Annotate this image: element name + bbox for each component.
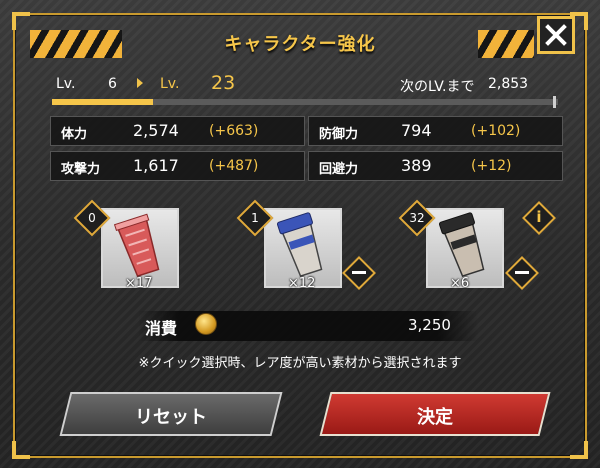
stat-bonus: (+102) [471,123,521,139]
info-icon: i [536,208,542,226]
minus-icon [352,271,366,274]
material-stock: ×6 [450,276,470,291]
selected-count: 32 [409,211,425,225]
cost-label: 消費 [145,319,178,338]
selected-count: 0 [88,211,96,225]
material-slot-black[interactable]: ×6 [426,208,504,291]
cost-value: 3,250 [408,316,451,334]
selected-count: 1 [251,211,259,225]
stat-bonus: (+663) [209,123,259,139]
xp-bar [52,99,558,105]
material-slot-red[interactable]: ×17 [101,208,179,291]
minus-icon [515,271,529,274]
dialog-title: キャラクター強化 [224,34,376,55]
confirm-button-label: 決定 [417,407,453,428]
stat-value: 2,574 [133,121,179,140]
coin-icon [195,313,217,335]
stat-name: 回避力 [319,162,359,177]
material-stock: ×17 [125,276,153,291]
close-icon [545,24,567,46]
stat-attack: 攻撃力 1,617 (+487) [50,151,305,181]
stat-name: 体力 [61,127,88,142]
stat-evasion: 回避力 389 (+12) [308,151,563,181]
reset-button-label: リセット [135,407,207,428]
next-level-prefix: Lv. [160,76,180,92]
stat-name: 攻撃力 [61,162,101,177]
stat-defense: 防御力 794 (+102) [308,116,563,146]
red-cup-icon [113,213,160,278]
stat-name: 防御力 [319,127,359,142]
stat-bonus: (+12) [471,158,512,174]
to-next-label: 次のLV.まで [400,79,475,95]
level-arrow-icon [137,78,143,88]
stat-bonus: (+487) [209,158,259,174]
blue-cup-icon [276,212,323,278]
stat-value: 389 [401,156,432,175]
level-prefix: Lv. [56,76,76,92]
xp-bar-end [553,96,556,108]
current-level: 6 [108,76,117,92]
material-stock: ×12 [288,276,316,291]
stat-value: 1,617 [133,156,179,175]
black-cup-icon [438,212,485,278]
stat-value: 794 [401,121,432,140]
next-level: 23 [211,72,236,94]
stat-hp: 体力 2,574 (+663) [50,116,305,146]
to-next-value: 2,853 [488,76,529,92]
xp-bar-fill [52,99,154,105]
quick-select-note: ※クイック選択時、レア度が高い素材から選択されます [138,356,462,371]
close-button[interactable] [537,16,575,54]
material-slot-blue[interactable]: ×12 [264,208,342,291]
